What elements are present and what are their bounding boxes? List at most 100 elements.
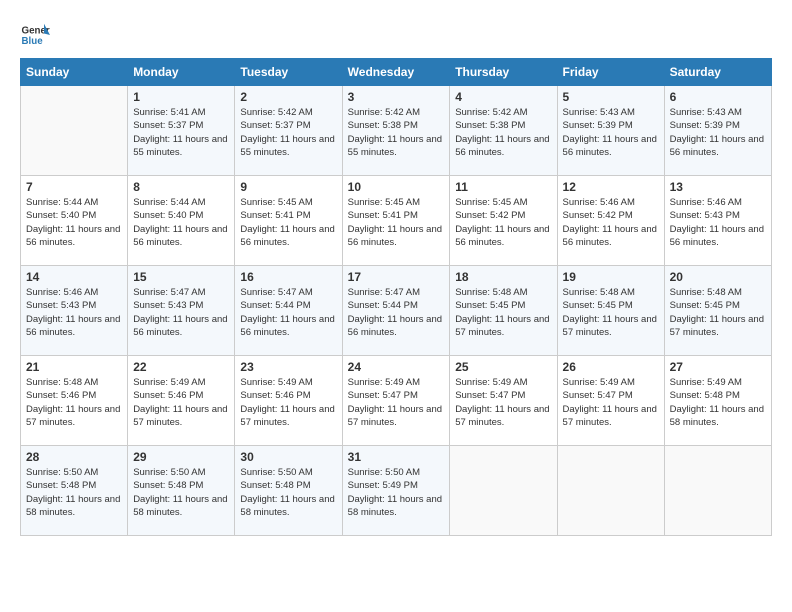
day-number: 7 (26, 180, 122, 194)
day-info: Sunrise: 5:43 AMSunset: 5:39 PMDaylight:… (563, 106, 659, 159)
day-info: Sunrise: 5:43 AMSunset: 5:39 PMDaylight:… (670, 106, 766, 159)
calendar-cell: 11 Sunrise: 5:45 AMSunset: 5:42 PMDayligh… (450, 176, 557, 266)
calendar-cell: 24 Sunrise: 5:49 AMSunset: 5:47 PMDayligh… (342, 356, 450, 446)
day-info: Sunrise: 5:42 AMSunset: 5:38 PMDaylight:… (455, 106, 551, 159)
day-number: 30 (240, 450, 336, 464)
calendar-cell: 13Sunrise: 5:46 AMSunset: 5:43 PMDayligh… (664, 176, 771, 266)
calendar-cell: 22 Sunrise: 5:49 AMSunset: 5:46 PMDayligh… (128, 356, 235, 446)
day-info: Sunrise: 5:48 AMSunset: 5:45 PMDaylight:… (670, 286, 766, 339)
calendar-cell: 31 Sunrise: 5:50 AMSunset: 5:49 PMDayligh… (342, 446, 450, 536)
day-number: 27 (670, 360, 766, 374)
day-info: Sunrise: 5:45 AMSunset: 5:42 PMDaylight:… (455, 196, 551, 249)
calendar-cell: 20 Sunrise: 5:48 AMSunset: 5:45 PMDayligh… (664, 266, 771, 356)
day-info: Sunrise: 5:49 AMSunset: 5:47 PMDaylight:… (455, 376, 551, 429)
week-row-3: 14Sunrise: 5:46 AMSunset: 5:43 PMDayligh… (21, 266, 772, 356)
day-info: Sunrise: 5:50 AMSunset: 5:48 PMDaylight:… (26, 466, 122, 519)
day-number: 16 (240, 270, 336, 284)
day-number: 13 (670, 180, 766, 194)
header-row: SundayMondayTuesdayWednesdayThursdayFrid… (21, 59, 772, 86)
logo: General Blue (20, 20, 50, 50)
day-number: 8 (133, 180, 229, 194)
column-header-friday: Friday (557, 59, 664, 86)
calendar-table: SundayMondayTuesdayWednesdayThursdayFrid… (20, 58, 772, 536)
calendar-cell: 30 Sunrise: 5:50 AMSunset: 5:48 PMDayligh… (235, 446, 342, 536)
day-number: 4 (455, 90, 551, 104)
day-info: Sunrise: 5:49 AMSunset: 5:46 PMDaylight:… (240, 376, 336, 429)
column-header-thursday: Thursday (450, 59, 557, 86)
calendar-cell (664, 446, 771, 536)
calendar-cell: 8Sunrise: 5:44 AMSunset: 5:40 PMDaylight… (128, 176, 235, 266)
day-info: Sunrise: 5:48 AMSunset: 5:45 PMDaylight:… (455, 286, 551, 339)
calendar-cell: 18 Sunrise: 5:48 AMSunset: 5:45 PMDayligh… (450, 266, 557, 356)
calendar-cell: 6 Sunrise: 5:43 AMSunset: 5:39 PMDaylight… (664, 86, 771, 176)
calendar-cell: 23 Sunrise: 5:49 AMSunset: 5:46 PMDayligh… (235, 356, 342, 446)
calendar-cell: 29 Sunrise: 5:50 AMSunset: 5:48 PMDayligh… (128, 446, 235, 536)
day-number: 12 (563, 180, 659, 194)
day-number: 29 (133, 450, 229, 464)
day-info: Sunrise: 5:47 AMSunset: 5:44 PMDaylight:… (348, 286, 445, 339)
day-number: 23 (240, 360, 336, 374)
calendar-cell: 25Sunrise: 5:49 AMSunset: 5:47 PMDayligh… (450, 356, 557, 446)
day-info: Sunrise: 5:45 AMSunset: 5:41 PMDaylight:… (348, 196, 445, 249)
day-info: Sunrise: 5:47 AMSunset: 5:44 PMDaylight:… (240, 286, 336, 339)
day-number: 21 (26, 360, 122, 374)
calendar-cell: 26Sunrise: 5:49 AMSunset: 5:47 PMDayligh… (557, 356, 664, 446)
day-number: 5 (563, 90, 659, 104)
day-info: Sunrise: 5:46 AMSunset: 5:43 PMDaylight:… (26, 286, 122, 339)
day-info: Sunrise: 5:44 AMSunset: 5:40 PMDaylight:… (26, 196, 122, 249)
day-info: Sunrise: 5:49 AMSunset: 5:47 PMDaylight:… (563, 376, 659, 429)
column-header-sunday: Sunday (21, 59, 128, 86)
day-info: Sunrise: 5:49 AMSunset: 5:47 PMDaylight:… (348, 376, 445, 429)
week-row-2: 7 Sunrise: 5:44 AMSunset: 5:40 PMDaylight… (21, 176, 772, 266)
day-number: 24 (348, 360, 445, 374)
day-number: 3 (348, 90, 445, 104)
day-number: 11 (455, 180, 551, 194)
header: General Blue (20, 20, 772, 50)
calendar-cell: 2 Sunrise: 5:42 AMSunset: 5:37 PMDaylight… (235, 86, 342, 176)
day-number: 10 (348, 180, 445, 194)
day-info: Sunrise: 5:46 AMSunset: 5:42 PMDaylight:… (563, 196, 659, 249)
day-number: 6 (670, 90, 766, 104)
calendar-cell (21, 86, 128, 176)
day-number: 18 (455, 270, 551, 284)
calendar-cell: 3Sunrise: 5:42 AMSunset: 5:38 PMDaylight… (342, 86, 450, 176)
day-info: Sunrise: 5:48 AMSunset: 5:46 PMDaylight:… (26, 376, 122, 429)
day-number: 17 (348, 270, 445, 284)
day-number: 31 (348, 450, 445, 464)
day-number: 19 (563, 270, 659, 284)
calendar-cell (557, 446, 664, 536)
day-number: 15 (133, 270, 229, 284)
calendar-cell: 17 Sunrise: 5:47 AMSunset: 5:44 PMDayligh… (342, 266, 450, 356)
day-info: Sunrise: 5:48 AMSunset: 5:45 PMDaylight:… (563, 286, 659, 339)
calendar-cell: 5 Sunrise: 5:43 AMSunset: 5:39 PMDaylight… (557, 86, 664, 176)
day-info: Sunrise: 5:47 AMSunset: 5:43 PMDaylight:… (133, 286, 229, 339)
calendar-cell (450, 446, 557, 536)
day-info: Sunrise: 5:45 AMSunset: 5:41 PMDaylight:… (240, 196, 336, 249)
day-info: Sunrise: 5:50 AMSunset: 5:48 PMDaylight:… (240, 466, 336, 519)
day-info: Sunrise: 5:49 AMSunset: 5:48 PMDaylight:… (670, 376, 766, 429)
calendar-cell: 12 Sunrise: 5:46 AMSunset: 5:42 PMDayligh… (557, 176, 664, 266)
calendar-cell: 10 Sunrise: 5:45 AMSunset: 5:41 PMDayligh… (342, 176, 450, 266)
day-info: Sunrise: 5:50 AMSunset: 5:49 PMDaylight:… (348, 466, 445, 519)
calendar-cell: 27 Sunrise: 5:49 AMSunset: 5:48 PMDayligh… (664, 356, 771, 446)
column-header-tuesday: Tuesday (235, 59, 342, 86)
day-number: 20 (670, 270, 766, 284)
column-header-wednesday: Wednesday (342, 59, 450, 86)
day-info: Sunrise: 5:42 AMSunset: 5:37 PMDaylight:… (240, 106, 336, 159)
day-number: 28 (26, 450, 122, 464)
calendar-cell: 28 Sunrise: 5:50 AMSunset: 5:48 PMDayligh… (21, 446, 128, 536)
calendar-cell: 21 Sunrise: 5:48 AMSunset: 5:46 PMDayligh… (21, 356, 128, 446)
day-info: Sunrise: 5:41 AMSunset: 5:37 PMDaylight:… (133, 106, 229, 159)
week-row-1: 1Sunrise: 5:41 AMSunset: 5:37 PMDaylight… (21, 86, 772, 176)
day-number: 2 (240, 90, 336, 104)
calendar-cell: 15 Sunrise: 5:47 AMSunset: 5:43 PMDayligh… (128, 266, 235, 356)
day-info: Sunrise: 5:50 AMSunset: 5:48 PMDaylight:… (133, 466, 229, 519)
day-info: Sunrise: 5:49 AMSunset: 5:46 PMDaylight:… (133, 376, 229, 429)
column-header-saturday: Saturday (664, 59, 771, 86)
day-number: 9 (240, 180, 336, 194)
calendar-cell: 7 Sunrise: 5:44 AMSunset: 5:40 PMDaylight… (21, 176, 128, 266)
calendar-cell: 16 Sunrise: 5:47 AMSunset: 5:44 PMDayligh… (235, 266, 342, 356)
day-number: 22 (133, 360, 229, 374)
logo-icon: General Blue (20, 20, 50, 50)
calendar-cell: 14Sunrise: 5:46 AMSunset: 5:43 PMDayligh… (21, 266, 128, 356)
